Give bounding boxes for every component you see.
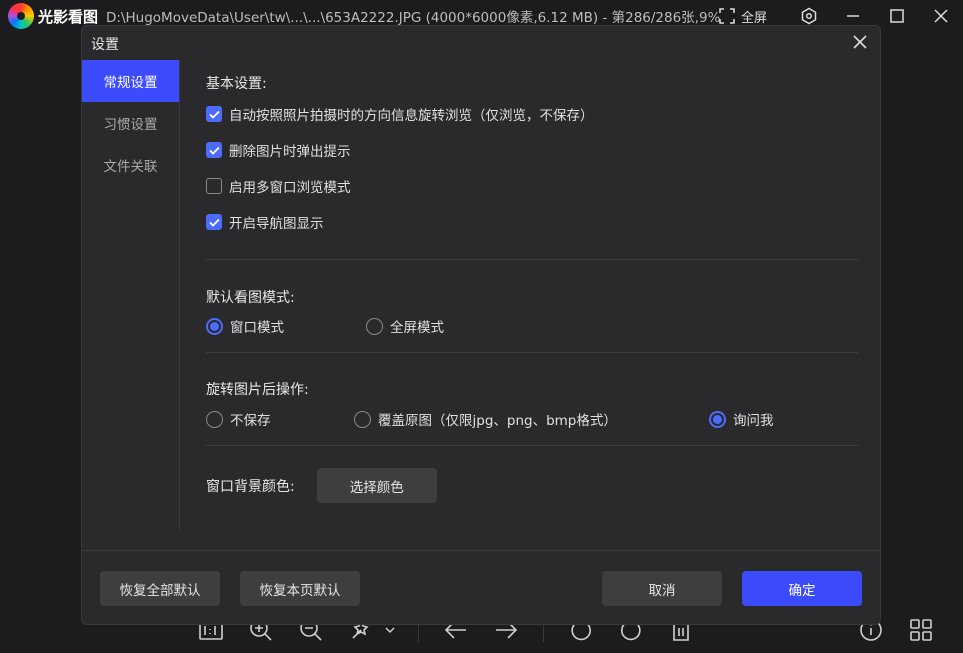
restore-all-defaults-button[interactable]: 恢复全部默认 [100, 571, 220, 606]
radio-selected-icon [709, 410, 726, 428]
option-label: 启用多窗口浏览模式 [229, 180, 351, 196]
radio-unselected-icon [354, 410, 371, 428]
background-color-title: 窗口背景颜色: [206, 478, 295, 495]
section-divider [206, 445, 858, 446]
radio-label: 覆盖原图（仅限jpg、png、bmp格式） [378, 413, 617, 429]
choose-color-button[interactable]: 选择颜色 [316, 468, 437, 503]
grid-view-button[interactable] [907, 616, 935, 644]
option-multi-window[interactable]: 启用多窗口浏览模式 [206, 168, 858, 204]
option-label: 开启导航图显示 [229, 216, 324, 232]
radio-label: 询问我 [733, 413, 774, 429]
option-label: 自动按照照片拍摄时的方向信息旋转浏览（仅浏览，不保存） [229, 108, 594, 124]
radio-overwrite[interactable]: 覆盖原图（仅限jpg、png、bmp格式） [354, 409, 617, 429]
option-auto-rotate[interactable]: 自动按照照片拍摄时的方向信息旋转浏览（仅浏览，不保存） [206, 96, 858, 132]
view-mode-options: 窗口模式 全屏模式 [206, 313, 858, 337]
chevron-down-icon [385, 627, 395, 634]
rotate-action-options: 不保存 覆盖原图（仅限jpg、png、bmp格式） 询问我 [206, 406, 858, 430]
radio-no-save[interactable]: 不保存 [206, 409, 271, 429]
radio-label: 窗口模式 [230, 320, 284, 336]
radio-selected-icon [206, 317, 223, 335]
settings-dialog: 设置 常规设置 习惯设置 文件关联 基本设置: 自动按照照片拍摄时的方向信息旋转… [81, 25, 881, 625]
radio-label: 不保存 [230, 413, 271, 429]
app-name: 光影看图 [38, 7, 99, 26]
settings-content: 基本设置: 自动按照照片拍摄时的方向信息旋转浏览（仅浏览，不保存） 删除图片时弹… [206, 60, 858, 503]
maximize-icon [890, 9, 904, 23]
maximize-button[interactable] [875, 0, 919, 32]
sidebar-item-file-association[interactable]: 文件关联 [82, 144, 179, 186]
fullscreen-icon [719, 8, 735, 24]
dialog-footer: 恢复全部默认 恢复本页默认 取消 确定 [82, 550, 880, 625]
checkbox-checked-icon[interactable] [206, 106, 222, 122]
dialog-close-button[interactable] [850, 32, 870, 52]
close-icon [934, 9, 948, 23]
checkbox-checked-icon[interactable] [206, 214, 222, 230]
radio-window-mode[interactable]: 窗口模式 [206, 316, 284, 336]
option-navigator[interactable]: 开启导航图显示 [206, 204, 858, 240]
close-icon [853, 35, 867, 49]
cancel-button[interactable]: 取消 [602, 571, 722, 606]
fullscreen-button[interactable]: 全屏 [719, 7, 767, 26]
checkbox-checked-icon[interactable] [206, 142, 222, 158]
radio-unselected-icon [366, 317, 383, 335]
dialog-title: 设置 [91, 37, 119, 53]
radio-label: 全屏模式 [390, 320, 444, 336]
file-info: D:\HugoMoveData\User\tw\...\...\653A2222… [106, 10, 721, 26]
radio-fullscreen-mode[interactable]: 全屏模式 [366, 316, 444, 336]
restore-page-defaults-button[interactable]: 恢复本页默认 [240, 571, 360, 606]
option-delete-prompt[interactable]: 删除图片时弹出提示 [206, 132, 858, 168]
hexagon-settings-icon [801, 7, 817, 25]
option-label: 删除图片时弹出提示 [229, 144, 351, 160]
fullscreen-label: 全屏 [740, 10, 767, 26]
section-divider [206, 259, 858, 260]
sidebar-item-general[interactable]: 常规设置 [82, 60, 179, 102]
background-color-row: 窗口背景颜色: 选择颜色 [206, 468, 858, 503]
checkbox-unchecked-icon[interactable] [206, 178, 222, 194]
radio-unselected-icon [206, 410, 223, 428]
settings-sidebar: 常规设置 习惯设置 文件关联 [82, 60, 180, 530]
app-logo-icon [8, 3, 34, 29]
sidebar-item-habits[interactable]: 习惯设置 [82, 102, 179, 144]
close-window-button[interactable] [919, 0, 963, 32]
basic-settings-title: 基本设置: [206, 76, 267, 92]
rotate-action-title: 旋转图片后操作: [206, 382, 309, 398]
view-mode-title: 默认看图模式: [206, 290, 295, 306]
grid-icon [910, 619, 932, 641]
minimize-icon [847, 15, 859, 17]
section-divider [206, 352, 858, 353]
radio-ask-me[interactable]: 询问我 [709, 409, 774, 429]
confirm-button[interactable]: 确定 [742, 571, 862, 606]
